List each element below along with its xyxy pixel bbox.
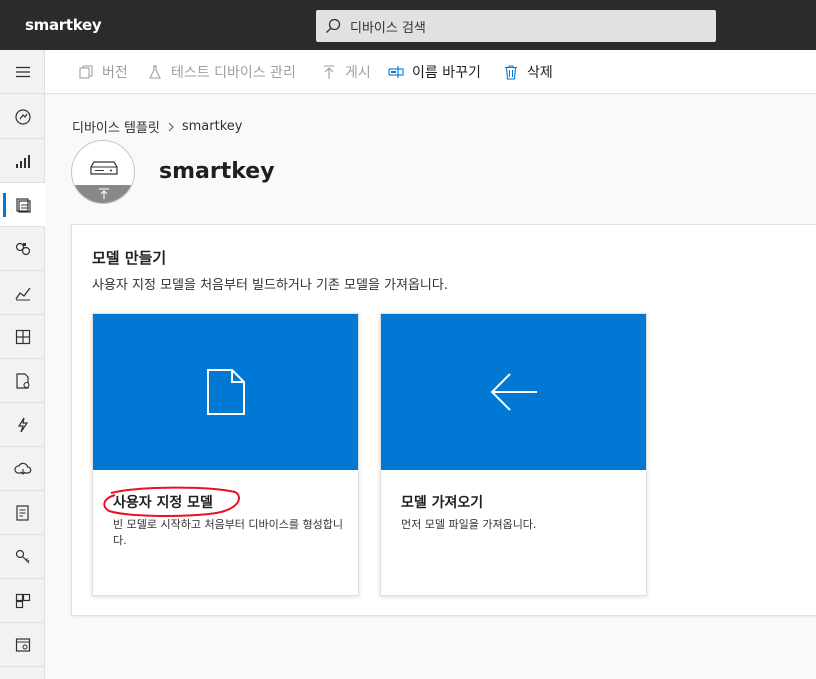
copy-icon (79, 65, 93, 79)
delete-button[interactable]: 삭제 (503, 62, 553, 82)
nav-menu[interactable] (0, 50, 45, 94)
rename-button[interactable]: 이름 바꾸기 (388, 62, 481, 82)
panel-heading: 모델 만들기 (92, 249, 167, 267)
flask-icon (149, 65, 161, 79)
import-model-card[interactable]: 모델 가져오기 먼저 모델 파일을 가져옵니다. (380, 313, 647, 596)
rename-icon (388, 66, 404, 78)
import-model-title: 모델 가져오기 (401, 495, 484, 511)
test-device-button[interactable]: 테스트 디바이스 관리 (147, 62, 296, 82)
version-label: 버전 (102, 65, 128, 81)
data-export-icon (13, 462, 31, 475)
breadcrumb-current: smartkey (181, 119, 243, 134)
nav-data-export[interactable] (0, 447, 45, 491)
nav-settings[interactable] (0, 623, 45, 667)
breadcrumb: 디바이스 템플릿 smartkey (72, 117, 242, 136)
delete-label: 삭제 (527, 65, 553, 81)
import-model-description: 먼저 모델 파일을 가져옵니다. (401, 518, 537, 531)
create-model-panel: 모델 만들기 사용자 지정 모델을 처음부터 빌드하거나 기존 모델을 가져옵니… (71, 224, 816, 616)
test-device-label: 테스트 디바이스 관리 (171, 65, 296, 81)
settings-icon (15, 637, 30, 652)
search-box[interactable]: 디바이스 검색 (316, 10, 716, 42)
search-icon (326, 18, 341, 33)
nav-extensibility[interactable] (0, 579, 45, 623)
template-image-upload[interactable] (71, 140, 135, 204)
nav-dashboard[interactable] (0, 95, 45, 139)
top-bar: smartkey 디바이스 검색 (0, 0, 816, 50)
custom-model-hero (93, 314, 358, 470)
chevron-right-icon (168, 122, 174, 131)
search-input[interactable]: 디바이스 검색 (350, 17, 426, 36)
analytics-icon (14, 287, 31, 300)
device-templates-icon (15, 197, 31, 213)
version-button[interactable]: 버전 (78, 62, 128, 82)
nav-jobs[interactable] (0, 359, 45, 403)
publish-label: 게시 (345, 65, 371, 81)
dashboard-icon (14, 108, 31, 125)
nav-device-groups[interactable] (0, 227, 45, 271)
breadcrumb-parent[interactable]: 디바이스 템플릿 (72, 117, 160, 136)
publish-button[interactable]: 게시 (321, 62, 371, 82)
upload-strip (72, 185, 134, 203)
page-title: smartkey (159, 159, 275, 184)
jobs-icon (15, 372, 30, 389)
devices-icon (15, 154, 30, 168)
panel-subtitle: 사용자 지정 모델을 처음부터 빌드하거나 기존 모델을 가져옵니다. (92, 278, 448, 293)
rename-label: 이름 바꾸기 (412, 65, 481, 81)
nav-dashboards[interactable] (0, 315, 45, 359)
dashboards-icon (15, 329, 30, 344)
command-bar: 버전 테스트 디바이스 관리 게시 이름 바꾸기 삭제 (45, 50, 816, 94)
extensibility-icon (15, 593, 30, 608)
arrow-left-icon (490, 373, 537, 411)
menu-icon (15, 66, 30, 77)
nav-analytics[interactable] (0, 271, 45, 315)
nav-device-templates[interactable] (0, 183, 45, 227)
import-model-hero (381, 314, 646, 470)
upload-icon (324, 65, 334, 79)
nav-rules[interactable] (0, 403, 45, 447)
audit-icon (15, 504, 29, 521)
keys-icon (15, 549, 29, 563)
nav-devices[interactable] (0, 139, 45, 183)
left-nav-rail (0, 50, 45, 679)
device-groups-icon (15, 242, 30, 255)
app-brand[interactable]: smartkey (25, 16, 102, 34)
blank-document-icon (206, 369, 245, 415)
custom-model-title: 사용자 지정 모델 (113, 495, 213, 511)
device-icon (90, 161, 118, 175)
custom-model-description: 빈 모델로 시작하고 처음부터 디바이스를 형성합니다. (113, 518, 344, 547)
nav-audit[interactable] (0, 491, 45, 535)
trash-icon (505, 65, 517, 80)
rules-icon (17, 417, 28, 432)
custom-model-card[interactable]: 사용자 지정 모델 빈 모델로 시작하고 처음부터 디바이스를 형성합니다. (92, 313, 359, 596)
upload-arrow-icon (99, 188, 109, 199)
nav-keys[interactable] (0, 535, 45, 579)
